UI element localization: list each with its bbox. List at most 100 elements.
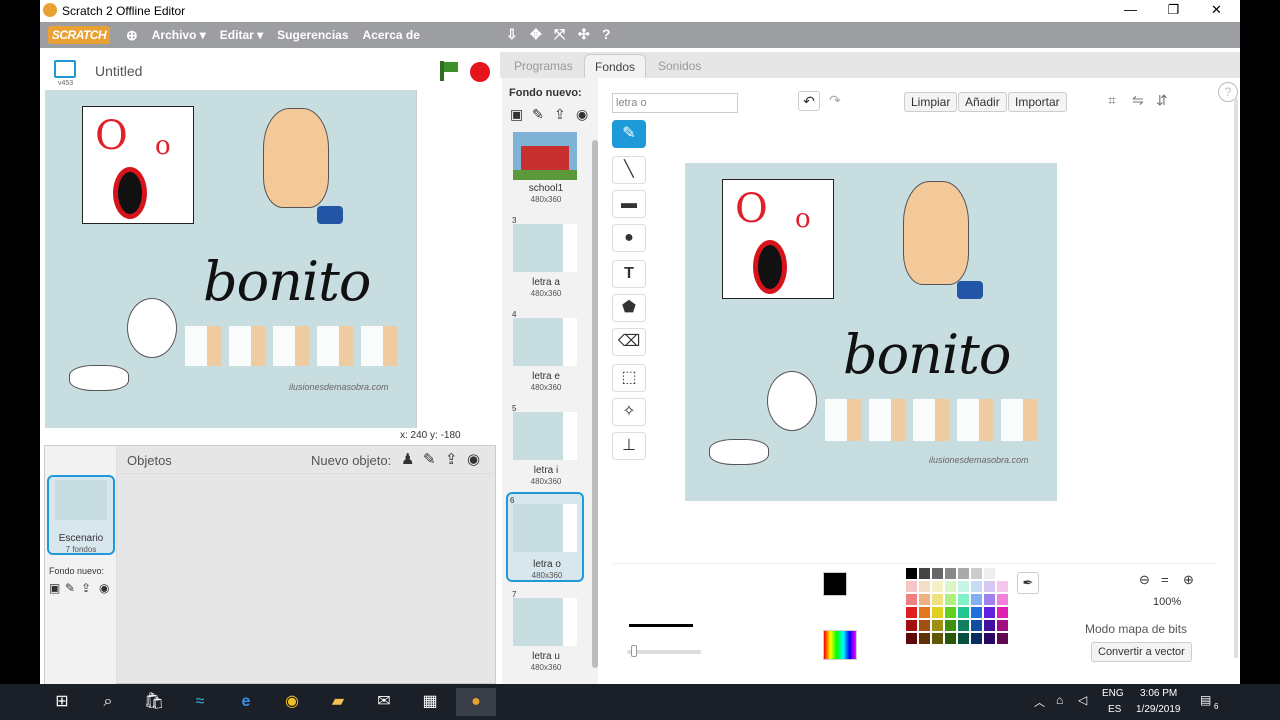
stage-thumbnail[interactable]: Escenario 7 fondos — [47, 475, 115, 555]
palette-swatch[interactable] — [932, 620, 943, 631]
palette-swatch[interactable] — [958, 594, 969, 605]
settings-app-icon[interactable]: ▦ — [410, 688, 450, 716]
backdrop-item-letra-e[interactable]: 4 letra e 480x360 — [502, 308, 590, 398]
palette-swatch[interactable] — [932, 581, 943, 592]
palette-swatch[interactable] — [932, 633, 943, 644]
palette-swatch[interactable] — [984, 607, 995, 618]
duplicate-icon[interactable]: ⇩ — [506, 26, 518, 43]
menu-archivo[interactable]: Archivo ▾ — [152, 28, 206, 42]
palette-swatch[interactable] — [906, 568, 917, 579]
primary-color-swatch[interactable] — [823, 572, 847, 596]
minimize-button[interactable]: — — [1108, 0, 1153, 22]
palette-swatch[interactable] — [958, 568, 969, 579]
project-title[interactable]: Untitled — [95, 63, 142, 79]
clear-button[interactable]: Limpiar — [904, 92, 958, 112]
backdrop-item-letra-a[interactable]: 3 letra a 480x360 — [502, 214, 590, 304]
windows-start-icon[interactable]: ⊞ — [42, 688, 82, 716]
editor-scrollbar[interactable] — [1234, 98, 1238, 658]
shrink-icon[interactable]: ✣ — [578, 26, 590, 43]
eyedropper-icon[interactable]: ✒ — [1017, 572, 1039, 594]
palette-swatch[interactable] — [997, 620, 1008, 631]
palette-swatch[interactable] — [997, 568, 1008, 579]
palette-swatch[interactable] — [932, 594, 943, 605]
add-button[interactable]: Añadir — [958, 92, 1007, 112]
menu-editar[interactable]: Editar ▾ — [220, 28, 263, 42]
palette-swatch[interactable] — [906, 581, 917, 592]
rectangle-tool[interactable]: ▬ — [612, 190, 646, 218]
costume-name-input[interactable] — [612, 93, 738, 113]
palette-swatch[interactable] — [984, 620, 995, 631]
palette-swatch[interactable] — [984, 633, 995, 644]
mail-icon[interactable]: ✉ — [364, 688, 404, 716]
zoom-out-icon[interactable]: ⊖ — [1139, 572, 1150, 588]
redo-icon[interactable]: ↷ — [824, 91, 846, 111]
sprite-camera-icon[interactable]: ◉ — [467, 450, 480, 468]
menu-sugerencias[interactable]: Sugerencias — [277, 28, 348, 42]
palette-swatch[interactable] — [945, 581, 956, 592]
palette-swatch[interactable] — [906, 633, 917, 644]
bg-upload-icon[interactable]: ⇪ — [554, 106, 566, 123]
grow-icon[interactable]: ⤧ — [554, 26, 565, 43]
ellipse-tool[interactable]: ● — [612, 224, 646, 252]
palette-swatch[interactable] — [919, 594, 930, 605]
scratch-logo[interactable]: SCRATCH — [48, 26, 110, 44]
bg-library-icon[interactable]: ▣ — [510, 106, 523, 123]
palette-swatch[interactable] — [945, 633, 956, 644]
cut-icon[interactable]: ✥ — [530, 26, 542, 43]
notifications-icon[interactable]: ▤ — [1200, 693, 1211, 707]
palette-swatch[interactable] — [919, 581, 930, 592]
zoom-in-icon[interactable]: ⊕ — [1183, 572, 1194, 588]
palette-swatch[interactable] — [997, 594, 1008, 605]
palette-swatch[interactable] — [984, 568, 995, 579]
eraser-tool[interactable]: ⌫ — [612, 328, 646, 356]
stop-button[interactable] — [470, 62, 490, 82]
color-picker-gradient[interactable] — [823, 630, 857, 660]
import-button[interactable]: Importar — [1008, 92, 1067, 112]
palette-swatch[interactable] — [984, 581, 995, 592]
store-icon[interactable]: 🛍 — [134, 688, 174, 716]
backdrop-item-letra-u[interactable]: 7 letra u 480x360 — [502, 588, 590, 680]
palette-swatch[interactable] — [971, 607, 982, 618]
backdrop-upload-icon[interactable]: ⇪ — [81, 581, 91, 595]
tab-programas[interactable]: Programas — [504, 54, 583, 80]
tab-fondos[interactable]: Fondos — [584, 54, 647, 80]
backdrop-paint-icon[interactable]: ✎ — [65, 581, 75, 595]
presentation-mode-icon[interactable] — [54, 60, 76, 78]
select-tool[interactable]: ⬚ — [612, 364, 646, 392]
zoom-reset-icon[interactable]: = — [1161, 572, 1169, 587]
palette-swatch[interactable] — [958, 620, 969, 631]
palette-swatch[interactable] — [945, 568, 956, 579]
palette-swatch[interactable] — [932, 607, 943, 618]
convert-to-vector-button[interactable]: Convertir a vector — [1091, 642, 1192, 662]
color-palette[interactable] — [866, 568, 1008, 660]
bg-paint-icon[interactable]: ✎ — [532, 106, 544, 123]
backdrop-item-letra-o-selected[interactable]: 6 letra o 480x360 — [506, 492, 584, 582]
chrome-icon[interactable]: ◉ — [272, 688, 312, 716]
palette-swatch[interactable] — [919, 620, 930, 631]
palette-swatch[interactable] — [997, 633, 1008, 644]
language-globe-icon[interactable]: ⊕ — [126, 27, 138, 44]
palette-swatch[interactable] — [958, 633, 969, 644]
palette-swatch[interactable] — [958, 581, 969, 592]
bg-camera-icon[interactable]: ◉ — [576, 106, 588, 123]
backdrop-item-letra-i[interactable]: 5 letra i 480x360 — [502, 402, 590, 492]
tray-chevron-icon[interactable]: ︿ — [1034, 694, 1045, 710]
palette-swatch[interactable] — [984, 594, 995, 605]
palette-swatch[interactable] — [971, 594, 982, 605]
backdrop-item-school1[interactable]: school1 480x360 — [502, 128, 590, 208]
palette-swatch[interactable] — [945, 594, 956, 605]
palette-swatch[interactable] — [919, 633, 930, 644]
app-icon-blue[interactable]: ≈ — [180, 688, 220, 716]
stage-canvas[interactable]: O o bonito ilusionesdemasobra.com — [45, 90, 417, 428]
magic-wand-tool[interactable]: ✧ — [612, 398, 646, 426]
green-flag-banner[interactable] — [444, 62, 458, 72]
palette-swatch[interactable] — [971, 581, 982, 592]
network-icon[interactable]: ⌂ — [1056, 693, 1063, 707]
text-tool[interactable]: T — [612, 260, 646, 288]
maximize-button[interactable]: ❐ — [1151, 0, 1196, 22]
scratch-taskbar-icon[interactable]: ● — [456, 688, 496, 716]
edge-browser-icon[interactable]: e — [226, 688, 266, 716]
search-icon[interactable]: ⌕ — [88, 688, 128, 716]
crop-icon[interactable]: ⌗ — [1108, 92, 1116, 109]
palette-swatch[interactable] — [906, 594, 917, 605]
